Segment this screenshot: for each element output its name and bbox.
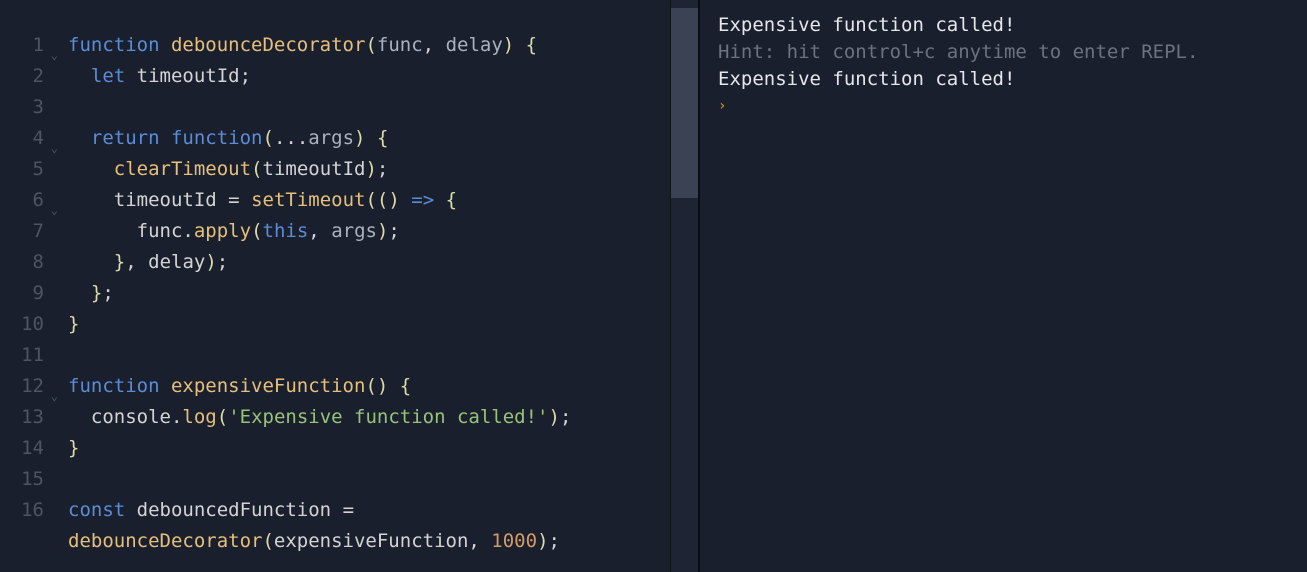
- code-line[interactable]: [68, 340, 670, 371]
- line-number-gutter: 1⌄ 2 3 4⌄ 5 6⌄ 7 8 9 10 11 12⌄ 13 14 15 …: [0, 0, 60, 572]
- line-number: 7: [0, 216, 60, 247]
- line-number: 5: [0, 154, 60, 185]
- code-line[interactable]: let timeoutId;: [68, 61, 670, 92]
- line-number: 14: [0, 433, 60, 464]
- code-line[interactable]: function expensiveFunction() {: [68, 371, 670, 402]
- code-editor-pane[interactable]: 1⌄ 2 3 4⌄ 5 6⌄ 7 8 9 10 11 12⌄ 13 14 15 …: [0, 0, 698, 572]
- line-number: 8: [0, 247, 60, 278]
- code-line[interactable]: return function(...args) {: [68, 123, 670, 154]
- code-line[interactable]: }, delay);: [68, 247, 670, 278]
- code-line[interactable]: timeoutId = setTimeout(() => {: [68, 185, 670, 216]
- line-number: 4⌄: [0, 123, 60, 154]
- code-line[interactable]: debounceDecorator(expensiveFunction, 100…: [68, 526, 670, 557]
- line-number: 15: [0, 464, 60, 495]
- console-prompt[interactable]: ›: [718, 93, 1289, 120]
- code-line[interactable]: }: [68, 309, 670, 340]
- line-number: 13: [0, 402, 60, 433]
- output-console[interactable]: Expensive function called!Hint: hit cont…: [700, 0, 1307, 572]
- console-line: Expensive function called!: [718, 66, 1289, 93]
- code-line[interactable]: clearTimeout(timeoutId);: [68, 154, 670, 185]
- line-number: 11: [0, 340, 60, 371]
- line-number: 12⌄: [0, 371, 60, 402]
- line-number: 9: [0, 278, 60, 309]
- line-number: 1⌄: [0, 30, 60, 61]
- tab-strip: [0, 0, 698, 4]
- code-line[interactable]: func.apply(this, args);: [68, 216, 670, 247]
- console-hint: Hint: hit control+c anytime to enter REP…: [718, 39, 1289, 66]
- line-number: 16: [0, 495, 60, 526]
- line-number: 6⌄: [0, 185, 60, 216]
- code-line[interactable]: const debouncedFunction =: [68, 495, 670, 526]
- line-number: 3: [0, 92, 60, 123]
- console-line: Expensive function called!: [718, 12, 1289, 39]
- line-number: 10: [0, 309, 60, 340]
- code-line[interactable]: function debounceDecorator(func, delay) …: [68, 30, 670, 61]
- code-line[interactable]: };: [68, 278, 670, 309]
- code-line[interactable]: }: [68, 433, 670, 464]
- minimap[interactable]: [670, 0, 698, 572]
- code-line[interactable]: console.log('Expensive function called!'…: [68, 402, 670, 433]
- minimap-viewport[interactable]: [671, 8, 698, 198]
- code-line[interactable]: [68, 92, 670, 123]
- code-line[interactable]: [68, 464, 670, 495]
- code-content[interactable]: function debounceDecorator(func, delay) …: [60, 0, 670, 572]
- line-number: 2: [0, 61, 60, 92]
